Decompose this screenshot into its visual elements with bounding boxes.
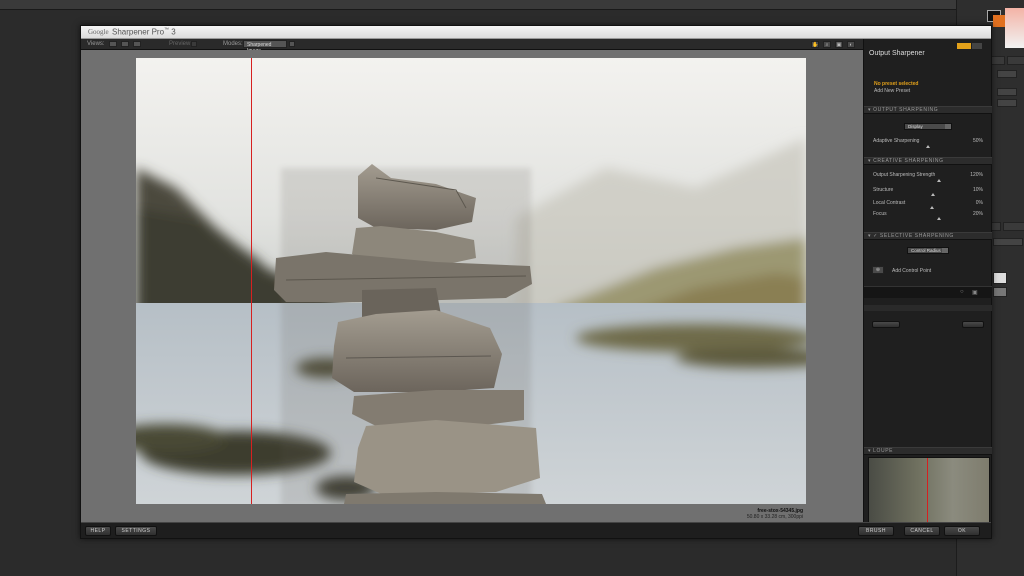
hand-tool-icon[interactable]: ✋ (811, 41, 819, 48)
focus-slider[interactable] (937, 217, 941, 220)
preview-label: Preview (169, 41, 191, 47)
side-by-side-button[interactable] (133, 41, 141, 47)
title-vendor: Google (88, 28, 109, 36)
title-bar: Google Sharpener Pro™ 3 (81, 26, 991, 39)
mode-dropdown-arrow[interactable] (289, 41, 295, 47)
bottom-bar: HELP SETTINGS BRUSH CANCEL OK (81, 522, 991, 538)
host-field[interactable] (997, 88, 1017, 96)
chevron-down-icon (942, 248, 948, 253)
adaptive-sharpening-value: 50% (972, 138, 983, 144)
section-output-title: OUTPUT SHARPENING (873, 107, 939, 113)
local-contrast-slider[interactable] (930, 206, 934, 209)
host-tab[interactable] (1003, 222, 1024, 231)
slider-label: Output Sharpening Strength (873, 172, 936, 178)
output-device-value: Display (908, 124, 923, 129)
settings-button[interactable]: SETTINGS (115, 526, 157, 536)
section-creative-sharpening[interactable]: ▾ CREATIVE SHARPENING (864, 157, 992, 165)
title-name: Sharpener Pro (112, 27, 165, 37)
loupe-guide-line (927, 458, 928, 528)
list-divider (864, 305, 992, 311)
slider-label: Focus (873, 211, 887, 217)
file-dimensions: 50.80 x 33.28 cm, 300ppi (746, 514, 803, 520)
title-version: 3 (171, 27, 176, 37)
help-button[interactable]: HELP (85, 526, 111, 536)
host-tab[interactable] (1007, 56, 1024, 65)
host-field[interactable] (997, 70, 1017, 78)
window-title: Sharpener Pro™ 3 (112, 27, 176, 37)
section-selective-title: SELECTIVE SHARPENING (879, 233, 954, 239)
control-radius-value: Control Radius (911, 248, 941, 253)
preset-status: No preset selected (874, 81, 919, 87)
ok-button[interactable]: OK (944, 526, 980, 536)
split-preview-guide[interactable] (251, 58, 252, 504)
panel-right-button[interactable] (962, 321, 984, 328)
slider-value: 10% (972, 187, 983, 193)
delete-icon[interactable]: ▣ (972, 289, 978, 296)
panel-menu-icon[interactable] (972, 43, 982, 49)
layer-thumbnail[interactable] (993, 272, 1007, 284)
adaptive-sharpening-slider[interactable] (926, 145, 930, 148)
control-radius-select[interactable]: Control Radius (907, 247, 949, 254)
section-loupe-title: LOUPE (873, 448, 894, 454)
structure-slider[interactable] (931, 193, 935, 196)
view-toolbar: Views: Preview Modes: Sharpened Image ✋ … (81, 39, 863, 54)
output-sharpener-panel: Output Sharpener No preset selected Add … (863, 39, 992, 538)
slider-label: Local Contrast (873, 200, 906, 206)
zoom-tool-icon[interactable]: ⌕ (823, 41, 831, 48)
add-control-point-icon[interactable]: ⊕ (872, 266, 884, 274)
host-field[interactable] (997, 99, 1017, 107)
preview-canvas[interactable]: free-stox-54345.jpg 50.80 x 33.28 cm, 30… (81, 50, 863, 522)
single-view-button[interactable] (109, 41, 117, 47)
nik-logo-icon (957, 43, 971, 49)
slider-value: 0% (975, 200, 983, 206)
section-selective-sharpening[interactable]: ▾ ✓ SELECTIVE SHARPENING (864, 232, 992, 240)
color-picker-icon[interactable] (1005, 8, 1024, 48)
title-trademark: ™ (164, 27, 170, 33)
visibility-icon[interactable]: ○ (960, 289, 964, 295)
control-point-list: ○ ▣ (864, 286, 992, 298)
cancel-button[interactable]: CANCEL (904, 526, 940, 536)
preview-image[interactable] (136, 58, 806, 504)
output-strength-slider[interactable] (937, 179, 941, 182)
adaptive-sharpening-label: Adaptive Sharpening (873, 138, 920, 144)
slider-value: 20% (972, 211, 983, 217)
views-label: Views: (87, 41, 105, 47)
sharpener-pro-window: Google Sharpener Pro™ 3 Views: Preview M… (80, 25, 992, 539)
add-control-point-label[interactable]: Add Control Point (892, 268, 931, 274)
fit-view-icon[interactable]: ▣ (835, 41, 843, 48)
file-info: free-stox-54345.jpg 50.80 x 33.28 cm, 30… (747, 508, 803, 520)
output-device-select[interactable]: Display (904, 123, 952, 130)
modes-label: Modes: (223, 41, 243, 47)
mode-select[interactable]: Sharpened Image (243, 40, 287, 54)
section-loupe[interactable]: ▾ LOUPE (864, 447, 992, 455)
loupe-preview (868, 457, 990, 529)
layer-thumbnail[interactable] (993, 287, 1007, 297)
slider-label: Structure (873, 187, 894, 193)
chevron-down-icon (945, 124, 951, 129)
panel-title: Output Sharpener (869, 50, 925, 57)
add-preset-link[interactable]: Add New Preset (874, 88, 910, 94)
panel-left-button[interactable] (872, 321, 900, 328)
split-view-button[interactable] (121, 41, 129, 47)
background-color-icon[interactable]: ◐ (847, 41, 855, 48)
section-output-sharpening[interactable]: ▾ OUTPUT SHARPENING (864, 106, 992, 114)
preview-checkbox[interactable] (191, 41, 197, 47)
section-creative-title: CREATIVE SHARPENING (873, 158, 944, 164)
host-field[interactable] (993, 238, 1023, 246)
host-ruler-bar (0, 0, 1024, 10)
slider-value: 120% (970, 172, 983, 178)
brush-button[interactable]: BRUSH (858, 526, 894, 536)
stone-cairn-photo (136, 58, 806, 504)
